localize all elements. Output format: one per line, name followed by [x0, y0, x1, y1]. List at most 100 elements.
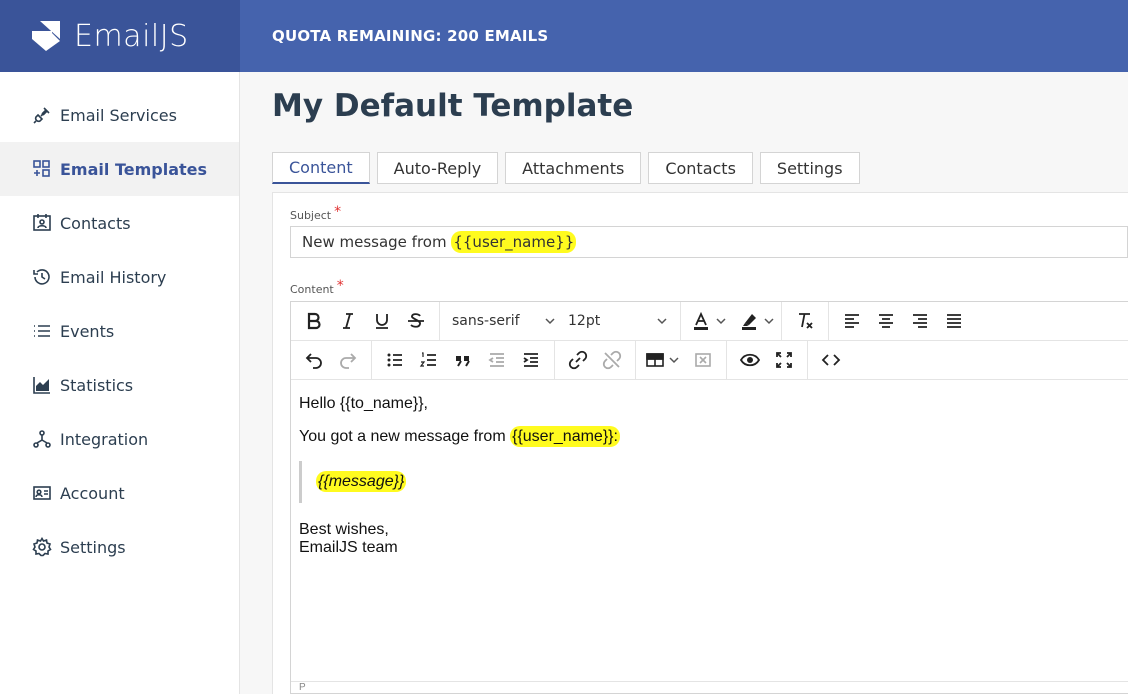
- unlink-button[interactable]: [595, 345, 629, 375]
- insert-table-button[interactable]: [642, 345, 680, 375]
- sidebar-item-settings[interactable]: Settings: [0, 520, 239, 574]
- redo-icon: [340, 353, 357, 369]
- signoff-line-1: Best wishes,: [299, 521, 389, 538]
- rich-text-editor: sans-serif 12pt Hello {{to_name}}, You g…: [290, 301, 1128, 694]
- align-group: [829, 302, 977, 340]
- chevron-down-icon: [657, 318, 667, 325]
- blockquote-button[interactable]: [446, 345, 480, 375]
- subject-input[interactable]: New message from {{user_name}}: [290, 226, 1128, 258]
- highlight-color-button[interactable]: [735, 306, 775, 336]
- template-card: Subject * New message from {{user_name}} …: [272, 192, 1128, 694]
- insert-link-button[interactable]: [561, 345, 595, 375]
- font-family-select[interactable]: sans-serif: [446, 306, 562, 336]
- sidebar: Email Services Email Templates Contacts …: [0, 72, 240, 694]
- brand-logo[interactable]: EmailJS: [0, 0, 240, 72]
- delete-table-icon: [695, 353, 711, 367]
- outdent-button[interactable]: [480, 345, 514, 375]
- intro-line: You got a new message from {{user_name}}…: [299, 426, 620, 447]
- align-center-icon: [879, 314, 893, 328]
- tab-content[interactable]: Content: [272, 152, 370, 184]
- plug-icon: [32, 105, 52, 125]
- align-center-button[interactable]: [869, 306, 903, 336]
- bold-button[interactable]: [297, 306, 331, 336]
- chevron-down-icon: [669, 357, 679, 364]
- content-label: Content *: [290, 278, 344, 296]
- numbered-list-button[interactable]: [412, 345, 446, 375]
- eye-icon: [740, 353, 760, 367]
- sidebar-item-label: Statistics: [60, 375, 134, 395]
- italic-button[interactable]: [331, 306, 365, 336]
- editor-status-bar: P: [291, 681, 1128, 693]
- undo-icon: [305, 353, 322, 369]
- editor-toolbar-row-2: [291, 341, 1128, 380]
- sidebar-item-integration[interactable]: Integration: [0, 412, 239, 466]
- template-tabs: Content Auto-Reply Attachments Contacts …: [272, 152, 860, 184]
- delete-table-button[interactable]: [686, 345, 720, 375]
- underline-button[interactable]: [365, 306, 399, 336]
- source-code-button[interactable]: [814, 345, 848, 375]
- sidebar-item-email-history[interactable]: Email History: [0, 250, 239, 304]
- tab-attachments[interactable]: Attachments: [505, 152, 642, 184]
- subject-label: Subject *: [290, 204, 342, 222]
- text-color-button[interactable]: [687, 306, 727, 336]
- editor-content[interactable]: Hello {{to_name}}, You got a new message…: [291, 380, 1128, 681]
- sidebar-item-label: Integration: [60, 429, 149, 449]
- sidebar-item-email-services[interactable]: Email Services: [0, 88, 239, 142]
- quota-remaining: QUOTA REMAINING: 200 EMAILS: [272, 27, 549, 45]
- sidebar-item-email-templates[interactable]: Email Templates: [0, 142, 239, 196]
- bullet-list-button[interactable]: [378, 345, 412, 375]
- sidebar-item-label: Events: [60, 321, 115, 341]
- integration-icon: [32, 429, 52, 449]
- user-name-variable: {{user_name}}:: [510, 426, 620, 447]
- sidebar-item-statistics[interactable]: Statistics: [0, 358, 239, 412]
- fullscreen-button[interactable]: [767, 345, 801, 375]
- clear-formatting-button[interactable]: [788, 306, 822, 336]
- list-icon: [32, 321, 52, 341]
- tab-contacts[interactable]: Contacts: [648, 152, 753, 184]
- link-group: [555, 341, 636, 379]
- sidebar-item-account[interactable]: Account: [0, 466, 239, 520]
- preview-button[interactable]: [733, 345, 767, 375]
- sidebar-item-events[interactable]: Events: [0, 304, 239, 358]
- tab-settings[interactable]: Settings: [759, 152, 860, 184]
- templates-icon: [32, 159, 52, 179]
- align-left-button[interactable]: [835, 306, 869, 336]
- emailjs-logo-icon: [32, 21, 60, 51]
- history-icon: [32, 267, 52, 287]
- highlighter-icon: [742, 314, 756, 330]
- align-justify-icon: [947, 314, 961, 328]
- font-size-select[interactable]: 12pt: [562, 306, 674, 336]
- sidebar-item-label: Account: [60, 483, 125, 503]
- message-variable: {{message}}: [316, 471, 407, 492]
- text-style-group: [291, 302, 440, 340]
- font-group: sans-serif 12pt: [440, 302, 681, 340]
- text-color-icon: [694, 311, 708, 330]
- sidebar-item-contacts[interactable]: Contacts: [0, 196, 239, 250]
- chevron-down-icon: [716, 318, 726, 325]
- sidebar-item-label: Contacts: [60, 213, 131, 233]
- indent-button[interactable]: [514, 345, 548, 375]
- align-right-icon: [913, 314, 927, 328]
- undo-button[interactable]: [297, 345, 331, 375]
- underline-icon: [376, 314, 388, 329]
- strikethrough-icon: [408, 313, 424, 328]
- align-justify-button[interactable]: [937, 306, 971, 336]
- required-mark: *: [336, 278, 344, 294]
- page-title: My Default Template: [272, 88, 634, 124]
- code-group: [808, 341, 854, 379]
- gear-icon: [32, 537, 52, 557]
- redo-button[interactable]: [331, 345, 365, 375]
- align-right-button[interactable]: [903, 306, 937, 336]
- chart-icon: [32, 375, 52, 395]
- sidebar-item-label: Email History: [60, 267, 167, 287]
- tab-auto-reply[interactable]: Auto-Reply: [376, 152, 499, 184]
- strikethrough-button[interactable]: [399, 306, 433, 336]
- code-icon: [821, 354, 841, 366]
- brand-name: EmailJS: [74, 18, 189, 54]
- bullet-list-icon: [387, 353, 402, 367]
- italic-icon: [343, 313, 353, 329]
- outdent-icon: [488, 353, 504, 367]
- bold-icon: [307, 312, 321, 330]
- quote-icon: [456, 356, 470, 367]
- clear-formatting-icon: [799, 313, 813, 329]
